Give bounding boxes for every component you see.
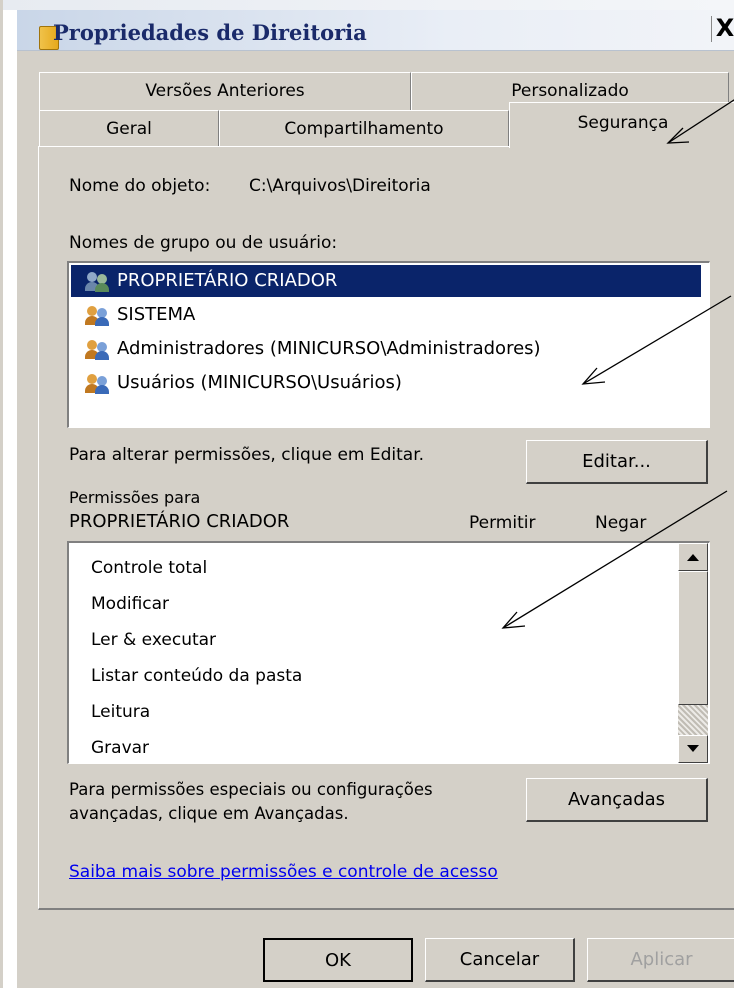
tab-label: Versões Anteriores	[145, 81, 305, 101]
users-group-icon	[85, 306, 111, 326]
list-item: Modificar	[91, 594, 170, 614]
users-group-icon	[85, 272, 111, 292]
list-item-label: Administradores (MINICURSO\Administrador…	[117, 338, 541, 359]
scroll-down-button[interactable]	[678, 735, 708, 763]
tab-label: Geral	[106, 119, 152, 139]
tab-label: Segurança	[577, 113, 669, 133]
scroll-down-icon	[687, 745, 699, 752]
deny-column-header: Negar	[595, 513, 647, 533]
permissions-for-value: PROPRIETÁRIO CRIADOR	[69, 511, 290, 532]
users-group-icon	[85, 340, 111, 360]
list-item-label: SISTEMA	[117, 304, 196, 325]
tab-label: Personalizado	[511, 81, 629, 101]
window-title: Propriedades de Direitoria	[53, 20, 367, 45]
learn-more-link[interactable]: Saiba mais sobre permissões e controle d…	[69, 862, 498, 882]
list-item[interactable]: Usuários (MINICURSO\Usuários)	[71, 367, 701, 399]
window-left-edge	[3, 0, 17, 988]
scroll-up-icon	[687, 554, 699, 561]
scroll-up-button[interactable]	[678, 543, 708, 571]
close-button[interactable]: X	[711, 16, 734, 42]
tab-seguranca[interactable]: Segurança	[509, 102, 734, 148]
scroll-thumb[interactable]	[678, 571, 708, 705]
object-name-value: C:\Arquivos\Direitoria	[249, 176, 431, 196]
tab-compartilhamento[interactable]: Compartilhamento	[219, 110, 509, 146]
properties-dialog: Propriedades de Direitoria X Versões Ant…	[0, 0, 734, 988]
title-bar[interactable]: Propriedades de Direitoria X	[17, 10, 734, 51]
ok-button[interactable]: OK	[263, 938, 413, 982]
group-user-list[interactable]: PROPRIETÁRIO CRIADOR SISTEMA Administrad…	[67, 261, 710, 428]
advanced-hint-line2: avançadas, clique em Avançadas.	[69, 804, 349, 823]
list-item[interactable]: SISTEMA	[71, 299, 701, 331]
permissions-scrollbar[interactable]	[678, 543, 708, 763]
cancel-button[interactable]: Cancelar	[425, 938, 575, 982]
list-item-label: Usuários (MINICURSO\Usuários)	[117, 372, 402, 393]
window-top-strip	[3, 0, 734, 10]
tab-geral[interactable]: Geral	[39, 110, 219, 146]
tab-label: Compartilhamento	[284, 119, 444, 139]
permissions-list[interactable]: Controle total Modificar Ler & executar …	[67, 541, 710, 764]
list-item: Gravar	[91, 738, 150, 758]
edit-button[interactable]: Editar...	[526, 440, 708, 484]
permissions-for-label: Permissões para	[69, 488, 201, 507]
advanced-button[interactable]: Avançadas	[526, 778, 708, 822]
list-item[interactable]: Administradores (MINICURSO\Administrador…	[71, 333, 701, 365]
list-item: Controle total	[91, 558, 208, 578]
tab-versoes-anteriores[interactable]: Versões Anteriores	[39, 72, 411, 110]
list-item-label: PROPRIETÁRIO CRIADOR	[117, 270, 338, 291]
apply-button[interactable]: Aplicar	[587, 938, 734, 982]
list-item: Listar conteúdo da pasta	[91, 666, 303, 686]
allow-column-header: Permitir	[469, 513, 536, 533]
list-item: Leitura	[91, 702, 151, 722]
users-group-icon	[85, 374, 111, 394]
list-item[interactable]: PROPRIETÁRIO CRIADOR	[71, 265, 701, 297]
list-item: Ler & executar	[91, 630, 217, 650]
scroll-track[interactable]	[678, 705, 708, 735]
edit-hint: Para alterar permissões, clique em Edita…	[69, 445, 425, 465]
advanced-hint-line1: Para permissões especiais ou configuraçõ…	[69, 780, 433, 799]
object-name-label: Nome do objeto:	[69, 176, 211, 196]
groups-label: Nomes de grupo ou de usuário:	[69, 233, 338, 253]
